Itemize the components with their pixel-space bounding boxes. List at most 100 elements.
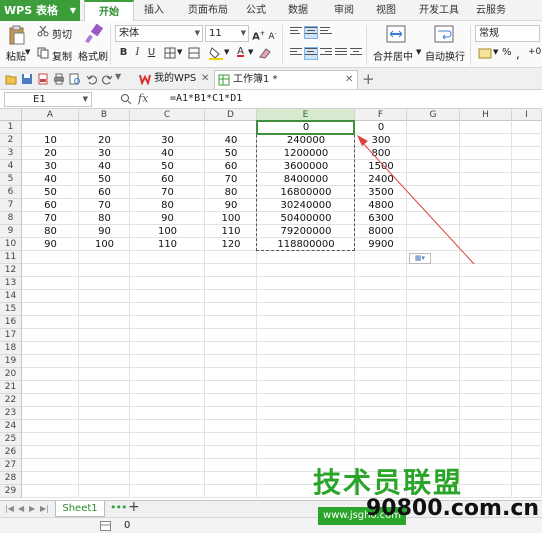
cell-c4[interactable]: 50 xyxy=(130,160,205,173)
row-header-29[interactable]: 29 xyxy=(0,485,22,498)
cell-d4[interactable]: 60 xyxy=(205,160,257,173)
cell-d1[interactable] xyxy=(205,121,257,134)
cell-c9[interactable]: 100 xyxy=(130,225,205,238)
row-header-25[interactable]: 25 xyxy=(0,433,22,446)
column-header-d[interactable]: D xyxy=(205,109,257,121)
paste-icon[interactable] xyxy=(8,25,26,45)
paste-button[interactable]: 粘贴 xyxy=(6,48,26,63)
cell-a7[interactable]: 60 xyxy=(22,199,79,212)
font-grow-icon[interactable]: A+ xyxy=(252,27,265,42)
cell-f9[interactable]: 8000 xyxy=(355,225,407,238)
row-header-12[interactable]: 12 xyxy=(0,264,22,277)
app-menu-button[interactable]: WPS 表格 ▼ xyxy=(0,0,80,21)
export-pdf-icon[interactable] xyxy=(37,73,49,85)
select-all-corner[interactable] xyxy=(0,109,22,121)
column-header-g[interactable]: G xyxy=(407,109,460,121)
print-icon[interactable] xyxy=(53,73,65,85)
cell-f1[interactable]: 0 xyxy=(355,121,407,134)
cell-f5[interactable]: 2400 xyxy=(355,173,407,186)
font-size-select[interactable]: 11 ▼ xyxy=(205,25,249,42)
cell-c8[interactable]: 90 xyxy=(130,212,205,225)
worksheet-grid[interactable]: ABCDEFGHI 1 2 3 4 5 6 7 8 9 10 11 12 13 14 15 16 17 18 19 2… xyxy=(0,109,542,500)
cell-b10[interactable]: 100 xyxy=(79,238,130,251)
chevron-down-icon[interactable]: ▼ xyxy=(25,48,30,56)
cell-b5[interactable]: 50 xyxy=(79,173,130,186)
cell-c3[interactable]: 40 xyxy=(130,147,205,160)
cell-d7[interactable]: 90 xyxy=(205,199,257,212)
copy-icon[interactable] xyxy=(37,47,49,59)
cell-f3[interactable]: 800 xyxy=(355,147,407,160)
cell-a4[interactable]: 30 xyxy=(22,160,79,173)
cell-d3[interactable]: 50 xyxy=(205,147,257,160)
column-header-h[interactable]: H xyxy=(460,109,512,121)
cell-d8[interactable]: 100 xyxy=(205,212,257,225)
column-header-b[interactable]: B xyxy=(79,109,130,121)
row-header-18[interactable]: 18 xyxy=(0,342,22,355)
tab-developer[interactable]: 开发工具 xyxy=(414,0,464,21)
cell-d10[interactable]: 120 xyxy=(205,238,257,251)
close-icon[interactable]: ✕ xyxy=(345,71,353,89)
align-top-icon[interactable] xyxy=(290,27,302,38)
row-header-15[interactable]: 15 xyxy=(0,303,22,316)
fill-color-icon[interactable] xyxy=(209,46,223,60)
tab-insert[interactable]: 插入 xyxy=(136,0,172,21)
distribute-icon[interactable] xyxy=(350,48,362,59)
cell-b9[interactable]: 90 xyxy=(79,225,130,238)
row-header-3[interactable]: 3 xyxy=(0,147,22,160)
column-header-i[interactable]: I xyxy=(512,109,542,121)
cell-f7[interactable]: 4800 xyxy=(355,199,407,212)
name-box[interactable]: E1 ▼ xyxy=(4,92,92,107)
row-header-23[interactable]: 23 xyxy=(0,407,22,420)
cell-a1[interactable] xyxy=(22,121,79,134)
align-center-icon[interactable] xyxy=(304,47,318,60)
row-header-20[interactable]: 20 xyxy=(0,368,22,381)
cell-f6[interactable]: 3500 xyxy=(355,186,407,199)
paste-options-icon[interactable]: ▦▾ xyxy=(409,253,431,264)
close-icon[interactable]: ✕ xyxy=(201,70,209,88)
row-header-13[interactable]: 13 xyxy=(0,277,22,290)
cell-b3[interactable]: 30 xyxy=(79,147,130,160)
column-header-f[interactable]: F xyxy=(355,109,407,121)
align-bottom-icon[interactable] xyxy=(320,27,332,38)
merge-center-button[interactable]: 合并居中 xyxy=(373,48,413,63)
cell-c6[interactable]: 70 xyxy=(130,186,205,199)
row-header-14[interactable]: 14 xyxy=(0,290,22,303)
copy-button[interactable]: 复制 xyxy=(52,48,72,63)
cell-b4[interactable]: 40 xyxy=(79,160,130,173)
cell-d2[interactable]: 40 xyxy=(205,134,257,147)
cell-c7[interactable]: 80 xyxy=(130,199,205,212)
percent-button[interactable]: % xyxy=(502,47,512,58)
add-sheet-icon[interactable]: + xyxy=(128,499,140,515)
open-folder-icon[interactable] xyxy=(5,73,17,85)
tab-home[interactable]: 开始 xyxy=(84,0,134,21)
column-header-a[interactable]: A xyxy=(22,109,79,121)
print-preview-icon[interactable] xyxy=(69,73,81,85)
cell-c1[interactable] xyxy=(130,121,205,134)
cell-b8[interactable]: 80 xyxy=(79,212,130,225)
row-header-1[interactable]: 1 xyxy=(0,121,22,134)
tab-page-layout[interactable]: 页面布局 xyxy=(178,0,238,21)
comma-style-icon[interactable]: , xyxy=(516,47,520,61)
font-name-select[interactable]: 宋体 ▼ xyxy=(115,25,203,42)
row-header-21[interactable]: 21 xyxy=(0,381,22,394)
sheet-tab-sheet1[interactable]: Sheet1 xyxy=(55,501,105,517)
align-right-icon[interactable] xyxy=(320,48,332,59)
cell-f2[interactable]: 300 xyxy=(355,134,407,147)
tab-view[interactable]: 视图 xyxy=(368,0,404,21)
next-sheet-icon[interactable]: ▶ xyxy=(29,504,35,513)
row-header-22[interactable]: 22 xyxy=(0,394,22,407)
formula-input[interactable]: =A1*B1*C1*D1 xyxy=(170,93,242,104)
merge-center-icon[interactable] xyxy=(386,25,406,43)
cell-b1[interactable] xyxy=(79,121,130,134)
wrap-text-button[interactable]: 自动换行 xyxy=(425,48,465,63)
cell-a2[interactable]: 10 xyxy=(22,134,79,147)
cell-f10[interactable]: 9900 xyxy=(355,238,407,251)
currency-icon[interactable] xyxy=(478,46,492,60)
row-header-5[interactable]: 5 xyxy=(0,173,22,186)
last-sheet-icon[interactable]: ▶| xyxy=(40,504,49,513)
row-header-26[interactable]: 26 xyxy=(0,446,22,459)
more-sheets-icon[interactable]: ••• xyxy=(110,501,127,514)
row-header-4[interactable]: 4 xyxy=(0,160,22,173)
font-shrink-icon[interactable]: A- xyxy=(266,27,279,42)
cell-c10[interactable]: 110 xyxy=(130,238,205,251)
